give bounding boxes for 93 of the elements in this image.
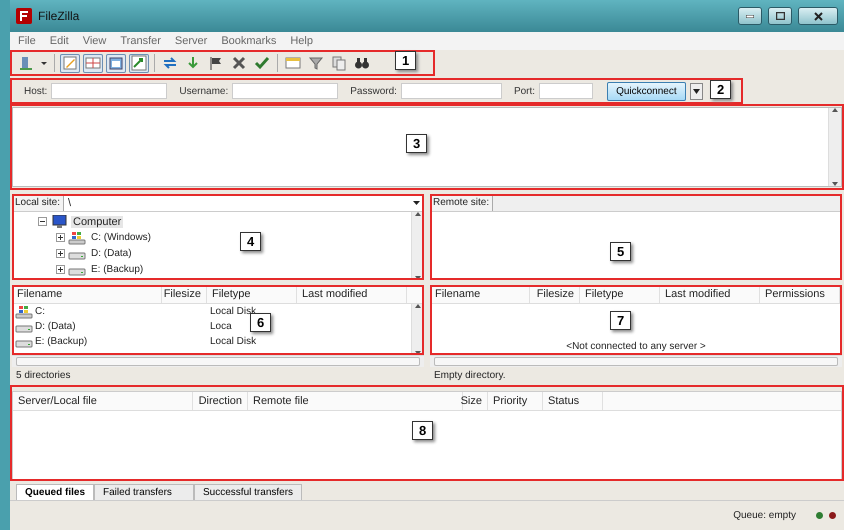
caret-icon — [413, 200, 420, 204]
tree-item[interactable]: Computer — [71, 216, 124, 228]
dropdown-button[interactable] — [690, 82, 703, 100]
quickconnect-button[interactable]: Quickconnect — [607, 82, 686, 100]
toolbar-button[interactable] — [129, 54, 149, 72]
pages-icon — [331, 55, 347, 71]
menu-item[interactable]: View — [82, 35, 106, 47]
expand-icon[interactable] — [56, 233, 65, 242]
input-field[interactable] — [232, 83, 338, 99]
input-field[interactable] — [400, 83, 502, 99]
maximize-button[interactable] — [768, 7, 792, 25]
scroll-down-icon[interactable] — [832, 182, 838, 186]
column-header[interactable]: Priority — [488, 392, 543, 410]
queue-tab[interactable]: Failed transfers — [94, 484, 194, 500]
computer-icon — [50, 214, 68, 228]
scroll-up-icon[interactable] — [832, 108, 838, 112]
toolbar-button[interactable] — [83, 54, 103, 72]
cross-icon — [231, 55, 247, 71]
status-text: Empty directory. — [433, 369, 506, 383]
callout-number: 4 — [240, 232, 262, 251]
column-header[interactable]: Filename — [12, 285, 162, 303]
tree-item[interactable]: D: (Data) — [89, 248, 134, 259]
maximize-icon — [776, 12, 784, 20]
queue-tab[interactable]: Successful transfers — [194, 484, 302, 500]
expand-icon[interactable] — [56, 265, 65, 274]
window-title: FileZilla — [38, 9, 80, 23]
check-icon — [254, 55, 270, 71]
column-header[interactable]: Direction — [193, 392, 248, 410]
menu-item[interactable]: Transfer — [120, 35, 161, 47]
file-type: Loca — [209, 321, 233, 332]
pencil-icon — [62, 55, 78, 71]
empty-message: <Not connected to any server > — [566, 341, 706, 352]
expand-icon[interactable] — [56, 249, 65, 258]
caret-icon — [41, 62, 47, 64]
caret-icon — [692, 88, 700, 94]
file-type: Local Disk — [209, 336, 258, 347]
drive-icon — [68, 230, 86, 244]
column-header[interactable]: Size — [463, 392, 488, 410]
column-header[interactable]: Last modified — [660, 285, 760, 303]
scroll-down-icon[interactable] — [415, 276, 421, 280]
column-header[interactable]: Status — [543, 392, 603, 410]
minimize-icon — [746, 14, 754, 18]
menu-item[interactable]: Bookmarks — [221, 35, 276, 47]
file-name[interactable]: D: (Data) — [12, 320, 207, 334]
input-field[interactable] — [539, 83, 594, 99]
menu-item[interactable]: Server — [174, 35, 208, 47]
window-icon — [285, 55, 301, 71]
callout-number: 6 — [250, 313, 272, 332]
column-header[interactable]: Filesize — [162, 285, 207, 303]
field-label: Port: — [514, 86, 536, 96]
flag-icon — [208, 55, 224, 71]
column-header[interactable]: Filetype — [580, 285, 660, 303]
folder-icon — [108, 55, 124, 71]
input-field[interactable] — [51, 83, 168, 99]
column-header[interactable]: Permissions — [760, 285, 840, 303]
app-icon — [16, 8, 32, 24]
callout-number: 8 — [412, 421, 434, 440]
close-icon — [814, 12, 822, 20]
tree-item[interactable]: C: (Windows) — [89, 232, 154, 243]
callout-number: 1 — [395, 51, 416, 70]
drive-icon — [15, 304, 33, 318]
menu-item[interactable]: Edit — [50, 35, 69, 47]
callout-number: 3 — [406, 134, 428, 153]
binoculars-icon — [354, 55, 370, 71]
toolbar-button[interactable] — [106, 54, 126, 72]
collapse-icon[interactable] — [38, 217, 47, 226]
file-name[interactable]: E: (Backup) — [12, 334, 207, 348]
toolbar-button[interactable] — [60, 54, 80, 72]
menu-item[interactable]: File — [18, 35, 36, 47]
callout-number: 5 — [610, 242, 632, 261]
close-button[interactable] — [798, 7, 838, 25]
arrows-icon — [162, 55, 178, 71]
callout-number: 2 — [710, 80, 732, 99]
file-name[interactable]: C: — [12, 304, 207, 318]
field-label: Username: — [179, 86, 228, 96]
queue-status: Queue: empty — [733, 510, 796, 521]
menu-item[interactable]: Help — [290, 35, 313, 47]
tree-item[interactable]: E: (Backup) — [89, 264, 146, 275]
column-header[interactable]: Server/Local file — [13, 392, 193, 410]
column-header[interactable]: Filesize — [530, 285, 580, 303]
status-text: 5 directories — [15, 369, 72, 383]
field-label: Host: — [24, 86, 48, 96]
path-text: \ — [68, 196, 72, 208]
minimize-button[interactable] — [738, 7, 762, 25]
queue-tab[interactable]: Queued files — [16, 484, 94, 500]
column-header[interactable]: Last modified — [297, 285, 407, 303]
funnel-icon — [308, 55, 324, 71]
column-header[interactable]: Filetype — [207, 285, 297, 303]
column-header[interactable]: Filename — [430, 285, 530, 303]
arrows-icon — [131, 55, 147, 71]
field-label: Password: — [350, 86, 397, 96]
callout-number: 7 — [610, 311, 632, 330]
grid-icon — [85, 55, 101, 71]
